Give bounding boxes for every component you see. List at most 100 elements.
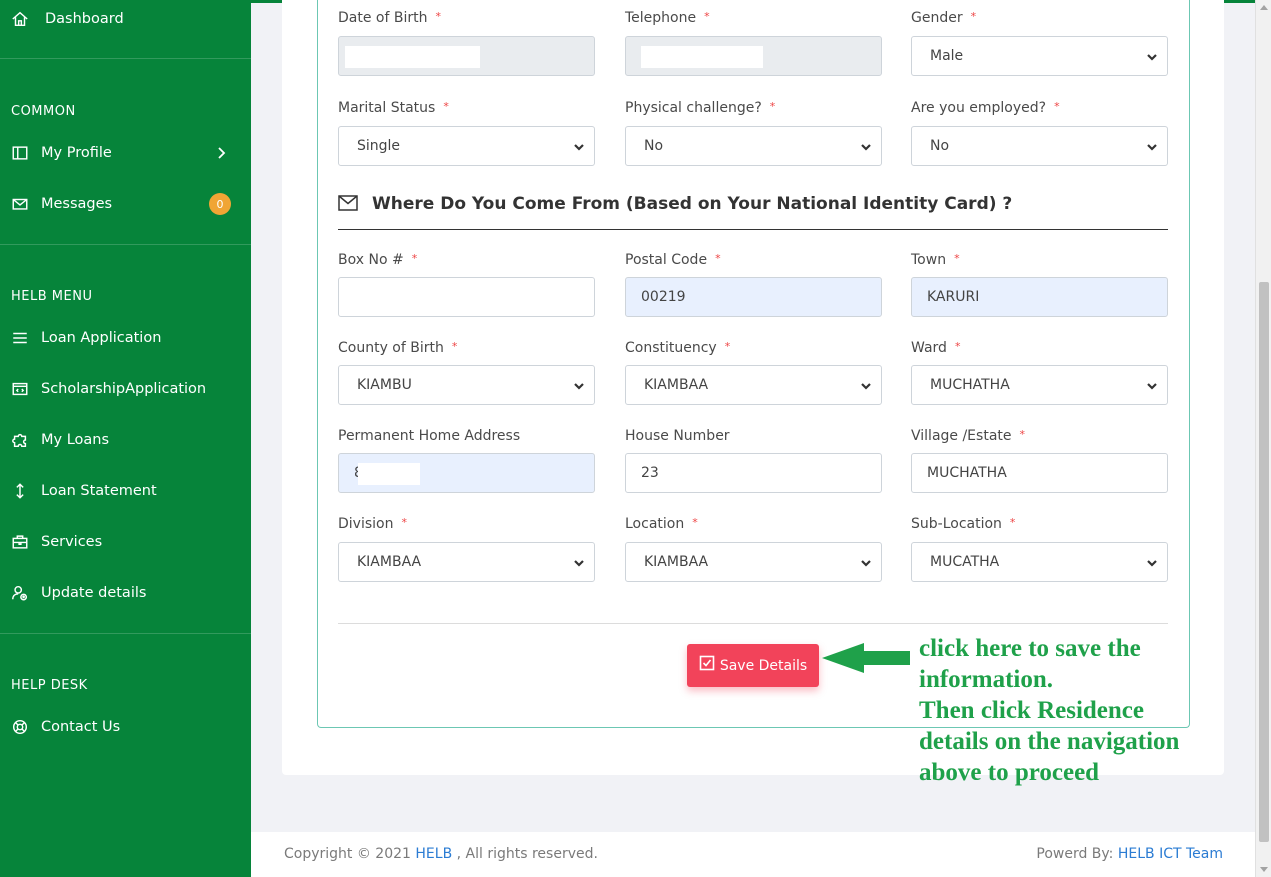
- chevron-down-icon: [573, 380, 585, 392]
- telephone-label: Telephone *: [625, 10, 710, 26]
- location-label: Location *: [625, 516, 698, 532]
- section-heading-common: COMMON: [11, 104, 76, 119]
- address-label: Permanent Home Address: [338, 428, 521, 444]
- helb-link[interactable]: HELB: [415, 846, 452, 862]
- scroll-thumb[interactable]: [1259, 282, 1269, 842]
- sidebar-item-contact-us[interactable]: Contact Us: [0, 710, 251, 744]
- envelope-icon: [338, 195, 360, 213]
- checkbox-checked-icon: [699, 655, 715, 671]
- chevron-down-icon: [1146, 51, 1158, 63]
- instruction-annotation: click here to save the information. Then…: [919, 635, 1180, 786]
- ward-select[interactable]: MUCHATHA: [911, 365, 1168, 405]
- page-scrollbar[interactable]: [1255, 0, 1271, 877]
- sidebar-item-label: ScholarshipApplication: [41, 381, 207, 397]
- location-select[interactable]: KIAMBAA: [625, 542, 882, 582]
- sidebar-item-label: Services: [41, 534, 103, 550]
- sidebar-item-scholarship-application[interactable]: ScholarshipApplication: [0, 372, 251, 406]
- chevron-down-icon: [1146, 380, 1158, 392]
- save-details-button[interactable]: Save Details: [687, 644, 819, 687]
- marital-select[interactable]: Single: [338, 126, 595, 166]
- sidebar-item-my-loans[interactable]: My Loans: [0, 423, 251, 457]
- columns-icon: [10, 143, 30, 163]
- divider: [0, 58, 251, 59]
- town-label: Town *: [911, 252, 960, 268]
- divider: [0, 244, 251, 245]
- gender-label: Gender *: [911, 10, 977, 26]
- constituency-select[interactable]: KIAMBAA: [625, 365, 882, 405]
- chevron-down-icon: [860, 380, 872, 392]
- address-input[interactable]: 8: [338, 453, 595, 493]
- sidebar-item-label: My Profile: [41, 145, 112, 161]
- county-select[interactable]: KIAMBU: [338, 365, 595, 405]
- sidebar-item-services[interactable]: Services: [0, 525, 251, 559]
- home-icon: [10, 9, 30, 29]
- sidebar-item-dashboard[interactable]: Dashboard: [0, 2, 251, 36]
- employed-select[interactable]: No: [911, 126, 1168, 166]
- village-label: Village /Estate *: [911, 428, 1025, 444]
- house-number-input[interactable]: 23: [625, 453, 882, 493]
- chevron-down-icon: [1146, 557, 1158, 569]
- box-input[interactable]: [338, 277, 595, 317]
- section-heading-help-desk: HELP DESK: [11, 678, 88, 693]
- sidebar: Dashboard COMMON My Profile Messages 0 H…: [0, 0, 251, 877]
- division-label: Division *: [338, 516, 407, 532]
- house-label: House Number: [625, 428, 730, 444]
- county-label: County of Birth *: [338, 340, 458, 356]
- section-divider: [338, 229, 1168, 230]
- messages-count-badge: 0: [209, 193, 231, 215]
- sidebar-item-label: Update details: [41, 585, 147, 601]
- helb-ict-link[interactable]: HELB ICT Team: [1118, 846, 1223, 862]
- dob-label: Date of Birth *: [338, 10, 441, 26]
- sidebar-item-label: Dashboard: [45, 11, 124, 27]
- postal-label: Postal Code *: [625, 252, 721, 268]
- sidebar-item-label: Loan Statement: [41, 483, 157, 499]
- chevron-down-icon: [860, 557, 872, 569]
- redacted-value: [358, 463, 420, 485]
- mail-icon: [10, 194, 30, 214]
- chevron-down-icon: [1146, 141, 1158, 153]
- redacted-value: [345, 46, 480, 68]
- section-heading-helb-menu: HELB MENU: [11, 289, 93, 304]
- box-label: Box No # *: [338, 252, 418, 268]
- sublocation-select[interactable]: MUCATHA: [911, 542, 1168, 582]
- sidebar-item-label: My Loans: [41, 432, 110, 448]
- chevron-down-icon: [860, 141, 872, 153]
- page-footer: Copyright © 2021 HELB , All rights reser…: [251, 832, 1255, 877]
- sidebar-item-loan-statement[interactable]: Loan Statement: [0, 474, 251, 508]
- sidebar-item-messages[interactable]: Messages 0: [0, 187, 251, 221]
- redacted-value: [641, 46, 763, 68]
- sidebar-item-loan-application[interactable]: Loan Application: [0, 321, 251, 355]
- sidebar-item-label: Loan Application: [41, 330, 162, 346]
- dob-field[interactable]: [338, 36, 595, 76]
- sidebar-item-label: Messages: [41, 196, 113, 212]
- origin-section-title: Where Do You Come From (Based on Your Na…: [338, 194, 1012, 214]
- divider: [0, 633, 251, 634]
- employed-label: Are you employed? *: [911, 100, 1060, 116]
- chevron-right-icon: [213, 145, 229, 161]
- constituency-label: Constituency *: [625, 340, 731, 356]
- physical-select[interactable]: No: [625, 126, 882, 166]
- physical-label: Physical challenge? *: [625, 100, 776, 116]
- division-select[interactable]: KIAMBAA: [338, 542, 595, 582]
- marital-label: Marital Status *: [338, 100, 449, 116]
- form-footer-divider: [338, 623, 1168, 624]
- briefcase-icon: [10, 532, 30, 552]
- village-input[interactable]: MUCHATHA: [911, 453, 1168, 493]
- ward-label: Ward *: [911, 340, 961, 356]
- chevron-down-icon: [573, 141, 585, 153]
- town-input[interactable]: KARURI: [911, 277, 1168, 317]
- chevron-down-icon: [573, 557, 585, 569]
- sidebar-item-my-profile[interactable]: My Profile: [0, 136, 251, 170]
- sidebar-item-update-details[interactable]: Update details: [0, 576, 251, 610]
- code-window-icon: [10, 379, 30, 399]
- copyright-text: Copyright © 2021 HELB , All rights reser…: [284, 846, 598, 862]
- menu-icon: [10, 328, 30, 348]
- scroll-down-icon[interactable]: [1260, 867, 1268, 872]
- lifebuoy-icon: [10, 717, 30, 737]
- telephone-field[interactable]: [625, 36, 882, 76]
- postal-code-input[interactable]: 00219: [625, 277, 882, 317]
- scroll-up-icon[interactable]: [1260, 5, 1268, 10]
- arrows-vertical-icon: [10, 481, 30, 501]
- gender-select[interactable]: Male: [911, 36, 1168, 76]
- puzzle-icon: [10, 430, 30, 450]
